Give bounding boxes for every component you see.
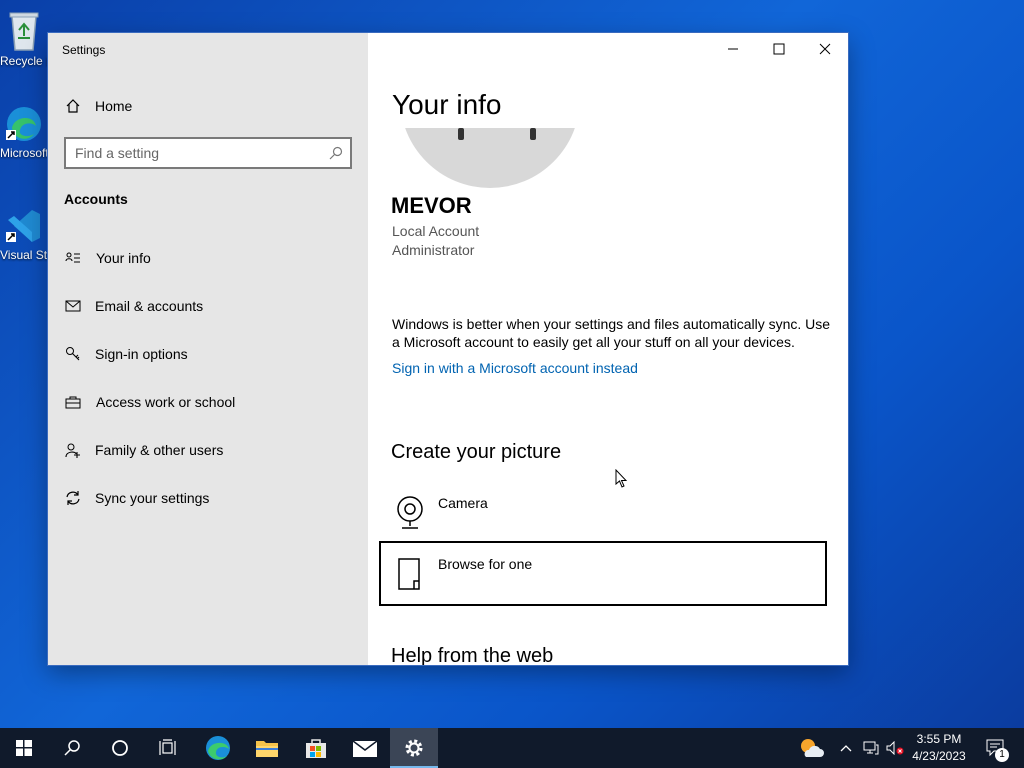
show-hidden-icons-button[interactable] — [836, 728, 856, 768]
file-explorer-button[interactable] — [243, 728, 291, 768]
volume-button[interactable] — [884, 728, 906, 768]
mouse-cursor-icon — [615, 469, 628, 488]
cortana-button[interactable] — [96, 728, 144, 768]
network-icon — [863, 741, 879, 755]
clock-date: 4/23/2023 — [912, 749, 966, 763]
person-card-icon — [64, 249, 82, 267]
sync-icon — [64, 489, 82, 507]
mail-button[interactable] — [341, 728, 389, 768]
search-input[interactable] — [66, 139, 316, 167]
sidebar-item-home[interactable]: Home — [48, 86, 368, 126]
network-button[interactable] — [860, 728, 882, 768]
recycle-bin-icon — [9, 12, 39, 51]
search-box[interactable] — [64, 137, 352, 169]
search-icon[interactable] — [328, 145, 344, 166]
taskbar-search-button[interactable] — [48, 728, 96, 768]
sidebar: Settings Home Accounts Your info Email & — [48, 33, 368, 665]
account-role: Administrator — [392, 242, 475, 258]
desktop-icon-label: Recycle Bin — [0, 54, 48, 68]
sync-description: Windows is better when your settings and… — [392, 316, 831, 350]
sidebar-item-label: Sync your settings — [95, 490, 210, 506]
key-icon — [64, 345, 82, 363]
file-icon — [397, 557, 425, 596]
desktop-icon-vscode[interactable]: Visual Studio Code — [0, 206, 48, 262]
sidebar-item-family-users[interactable]: Family & other users — [48, 430, 368, 470]
page-title: Your info — [392, 89, 502, 120]
action-center-button[interactable]: 1 — [978, 728, 1014, 768]
task-view-button[interactable] — [144, 728, 192, 768]
cortana-icon — [112, 740, 128, 756]
create-picture-heading: Create your picture — [391, 441, 562, 463]
help-heading: Help from the web — [391, 645, 554, 665]
taskbar-edge-button[interactable] — [194, 728, 242, 768]
add-person-icon — [64, 441, 82, 459]
maximize-icon — [773, 43, 785, 55]
chevron-up-icon — [840, 745, 852, 752]
close-button[interactable] — [802, 33, 848, 65]
sidebar-item-access-work[interactable]: Access work or school — [48, 382, 368, 422]
briefcase-icon — [64, 393, 82, 411]
sidebar-item-label: Sign-in options — [95, 346, 188, 362]
desktop-icon-recycle-bin[interactable]: Recycle Bin — [0, 8, 48, 68]
clock[interactable]: 3:55 PM 4/23/2023 — [906, 731, 972, 765]
settings-icon — [405, 739, 423, 757]
maximize-button[interactable] — [756, 33, 802, 65]
sign-in-microsoft-link[interactable]: Sign in with a Microsoft account instead — [392, 360, 638, 376]
vscode-icon — [6, 210, 40, 242]
sidebar-item-label: Email & accounts — [95, 298, 204, 314]
store-icon — [306, 739, 326, 758]
file-explorer-icon — [256, 741, 278, 757]
close-icon — [819, 43, 831, 55]
sidebar-item-label: Family & other users — [95, 442, 224, 458]
user-name: MEVOR — [391, 193, 472, 218]
browse-label: Browse for one — [438, 556, 533, 572]
camera-label: Camera — [438, 495, 488, 511]
settings-window: Settings Home Accounts Your info Email & — [48, 33, 848, 665]
camera-option[interactable]: Camera — [380, 481, 826, 545]
desktop-icon-edge[interactable]: Microsoft Edge — [0, 104, 48, 160]
sidebar-item-label: Home — [95, 98, 133, 114]
sidebar-item-sign-in-options[interactable]: Sign-in options — [48, 334, 368, 374]
mail-icon — [352, 740, 378, 757]
volume-muted-icon — [886, 741, 904, 755]
section-title: Accounts — [64, 191, 128, 207]
home-icon — [64, 97, 82, 115]
taskbar: 3:55 PM 4/23/2023 1 — [0, 728, 1024, 768]
edge-icon — [206, 736, 230, 760]
desktop-icon-label: Visual Studio Code — [0, 248, 48, 262]
clock-time: 3:55 PM — [916, 732, 962, 746]
start-button[interactable] — [0, 728, 48, 768]
minimize-icon — [728, 48, 738, 50]
desktop-icon-label: Microsoft Edge — [0, 146, 48, 160]
settings-taskbar-button[interactable] — [390, 728, 438, 768]
content-pane: Your info MEVOR Local Account Administra… — [368, 33, 848, 665]
camera-icon — [394, 495, 426, 536]
sidebar-item-sync-settings[interactable]: Sync your settings — [48, 478, 368, 518]
notification-count-badge: 1 — [995, 748, 1009, 762]
weather-widget[interactable] — [796, 728, 826, 768]
account-type: Local Account — [392, 223, 480, 239]
avatar — [392, 128, 592, 188]
browse-option[interactable]: Browse for one — [379, 541, 827, 606]
task-view-icon — [159, 739, 176, 755]
weather-icon — [801, 739, 824, 757]
store-button[interactable] — [292, 728, 340, 768]
minimize-button[interactable] — [710, 33, 756, 65]
window-title: Settings — [62, 43, 106, 57]
start-icon — [16, 740, 32, 756]
search-icon — [64, 740, 80, 756]
sidebar-item-label: Access work or school — [96, 394, 236, 410]
sidebar-item-email-accounts[interactable]: Email & accounts — [48, 286, 368, 326]
sidebar-item-label: Your info — [96, 250, 151, 266]
edge-icon — [6, 107, 41, 141]
mail-icon — [64, 297, 82, 315]
sidebar-item-your-info[interactable]: Your info — [48, 238, 368, 278]
